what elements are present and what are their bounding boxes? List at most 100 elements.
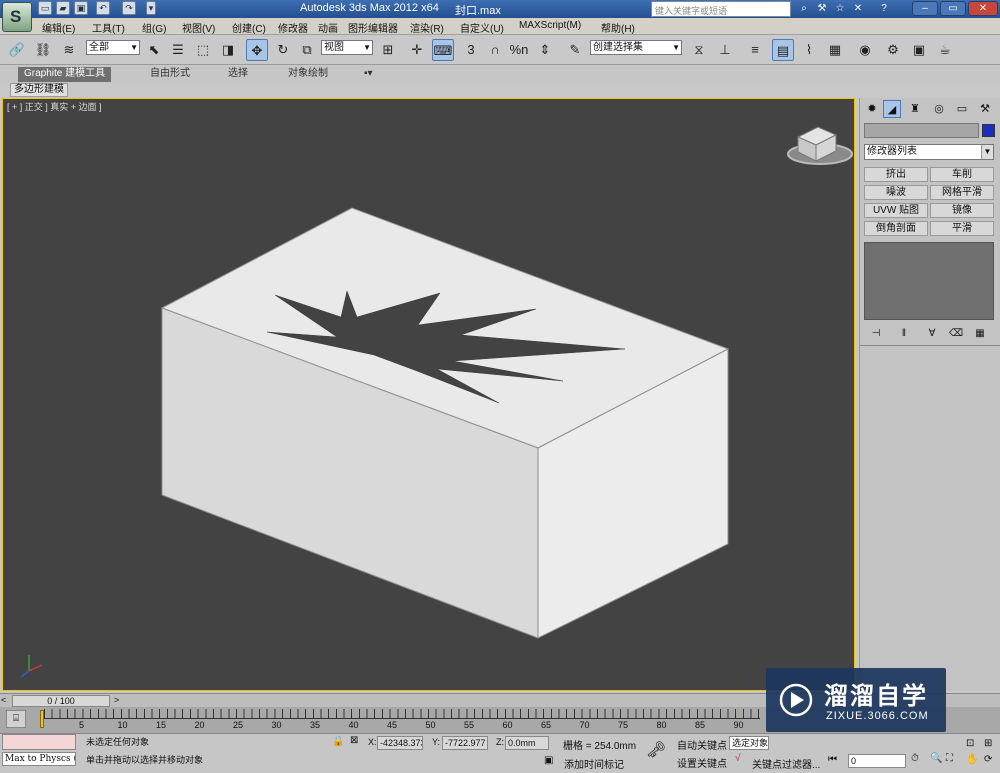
- make-unique-icon[interactable]: ∀: [924, 327, 940, 341]
- keyboard-shortcut-toggle-icon[interactable]: ⌨: [432, 39, 454, 61]
- object-color-swatch[interactable]: [982, 124, 995, 137]
- menu-item[interactable]: 动画: [318, 20, 338, 35]
- menu-item[interactable]: 视图(V): [182, 20, 215, 35]
- modifier-button[interactable]: UVW 贴图: [864, 203, 928, 218]
- add-time-tag[interactable]: 添加时间标记: [564, 756, 624, 771]
- viewcube[interactable]: [787, 126, 853, 165]
- rectangular-selection-icon[interactable]: ⬚: [192, 39, 214, 61]
- hierarchy-tab-icon[interactable]: ♜: [906, 100, 924, 118]
- ribbon-options-icon[interactable]: ▪▾: [358, 67, 379, 82]
- zoom-extents-icon[interactable]: ⊡: [966, 738, 974, 749]
- zoom-all-icon[interactable]: ⛶: [946, 753, 953, 764]
- undo-icon[interactable]: ↶: [96, 1, 110, 15]
- select-by-name-icon[interactable]: ☰: [167, 39, 189, 61]
- render-production-icon[interactable]: ☕: [934, 39, 956, 61]
- edit-named-selection-icon[interactable]: ✎: [564, 39, 586, 61]
- graphite-toggle-icon[interactable]: ▤: [772, 39, 794, 61]
- modifier-button[interactable]: 噪波: [864, 185, 928, 200]
- select-rotate-icon[interactable]: ↻: [272, 39, 294, 61]
- maxscript-listener-field[interactable]: Max to Physcs (: [2, 752, 76, 766]
- angle-snap-icon[interactable]: ∩: [484, 39, 506, 61]
- pivot-center-icon[interactable]: ⊞: [377, 39, 399, 61]
- app-logo[interactable]: S: [2, 2, 32, 32]
- align-icon[interactable]: ⊥: [714, 39, 736, 61]
- bind-spacewarp-icon[interactable]: ≋: [58, 39, 80, 61]
- absolute-mode-icon[interactable]: ⊠: [350, 735, 358, 746]
- rendered-frame-window-icon[interactable]: ▣: [908, 39, 930, 61]
- subscription-icon[interactable]: ⚒: [814, 1, 830, 16]
- current-frame-field[interactable]: 0: [848, 754, 906, 768]
- object-name-field[interactable]: [864, 123, 979, 138]
- menu-item[interactable]: 修改器: [278, 20, 308, 35]
- maximize-button[interactable]: ▭: [940, 1, 966, 16]
- percent-snap-icon[interactable]: %n: [508, 39, 530, 61]
- selected-dropdown[interactable]: 选定对象: [729, 736, 769, 750]
- ribbon-tab[interactable]: 对象绘制: [282, 67, 334, 82]
- modifier-list-dropdown[interactable]: 修改器列表 ▼: [864, 144, 994, 160]
- select-object-icon[interactable]: ⬉: [143, 39, 165, 61]
- menu-item[interactable]: 图形编辑器: [348, 20, 398, 35]
- prev-frame-icon[interactable]: <: [1, 695, 6, 705]
- close-button[interactable]: ✕: [968, 1, 998, 16]
- binoculars-icon[interactable]: ⌕: [796, 1, 812, 16]
- ribbon-tab[interactable]: Graphite 建模工具: [18, 67, 112, 82]
- x-coordinate-field[interactable]: -42348.373: [377, 736, 423, 750]
- curve-editor-icon[interactable]: ⌇: [798, 39, 820, 61]
- polygon-modeling-tab[interactable]: 多边形建模: [10, 83, 68, 97]
- select-move-icon[interactable]: ✥: [246, 39, 268, 61]
- configure-modifier-sets-icon[interactable]: ▦: [972, 327, 988, 341]
- snap-toggle-icon[interactable]: 3: [460, 39, 482, 61]
- modifier-button[interactable]: 车削: [930, 167, 994, 182]
- set-key-icon[interactable]: √: [735, 753, 741, 764]
- reference-coordinate-dropdown[interactable]: 视图 ▼: [321, 40, 373, 55]
- modifier-button[interactable]: 挤出: [864, 167, 928, 182]
- material-editor-icon[interactable]: ◉: [854, 39, 876, 61]
- lock-selection-icon[interactable]: 🔒: [332, 736, 344, 747]
- mirror-icon[interactable]: ⧖: [688, 39, 710, 61]
- orbit-icon[interactable]: ⟳: [984, 754, 992, 765]
- pan-icon[interactable]: ✋: [966, 754, 978, 765]
- save-file-icon[interactable]: ▣: [74, 1, 88, 15]
- next-frame-icon[interactable]: >: [114, 695, 119, 705]
- set-key-button[interactable]: 设置关键点: [677, 755, 727, 770]
- modifier-button[interactable]: 网格平滑: [930, 185, 994, 200]
- selection-filter-dropdown[interactable]: 全部 ▼: [86, 40, 140, 55]
- window-crossing-icon[interactable]: ◨: [217, 39, 239, 61]
- remove-modifier-icon[interactable]: ⌫: [948, 327, 964, 341]
- add-time-tag-icon[interactable]: ▣: [544, 755, 553, 766]
- search-input[interactable]: 键入关键字或短语: [651, 1, 791, 17]
- maxscript-output[interactable]: [2, 734, 76, 750]
- modify-tab-icon[interactable]: ◢: [883, 100, 901, 118]
- layer-manager-icon[interactable]: ≡: [744, 39, 766, 61]
- spinner-snap-icon[interactable]: ⇕: [534, 39, 556, 61]
- menu-item[interactable]: 渲染(R): [410, 20, 444, 35]
- modifier-button[interactable]: 镜像: [930, 203, 994, 218]
- key-icon[interactable]: 🗝: [646, 740, 666, 760]
- select-manipulate-icon[interactable]: ✛: [406, 39, 428, 61]
- display-tab-icon[interactable]: ▭: [953, 100, 971, 118]
- y-coordinate-field[interactable]: -7722.977: [442, 736, 488, 750]
- select-scale-icon[interactable]: ⧉: [296, 39, 318, 61]
- menu-item[interactable]: 帮助(H): [601, 20, 635, 35]
- zoom-extents-all-icon[interactable]: ⊞: [984, 738, 992, 749]
- modifier-button[interactable]: 倒角剖面: [864, 221, 928, 236]
- open-file-icon[interactable]: ▰: [56, 1, 70, 15]
- minimize-button[interactable]: –: [912, 1, 938, 16]
- modifier-stack[interactable]: [864, 242, 994, 320]
- link-icon[interactable]: 🔗: [6, 39, 28, 61]
- ribbon-tab[interactable]: 选择: [222, 67, 254, 82]
- close-help-icon[interactable]: ✕: [850, 1, 866, 16]
- redo-icon[interactable]: ↷: [122, 1, 136, 15]
- render-setup-icon[interactable]: ⚙: [882, 39, 904, 61]
- motion-tab-icon[interactable]: ◎: [930, 100, 948, 118]
- ribbon-tab[interactable]: 自由形式: [144, 67, 196, 82]
- new-file-icon[interactable]: ▭: [38, 1, 52, 15]
- utilities-tab-icon[interactable]: ⚒: [976, 100, 994, 118]
- menu-item[interactable]: 创建(C): [232, 20, 266, 35]
- menu-item[interactable]: 自定义(U): [460, 20, 504, 35]
- menu-item[interactable]: 工具(T): [92, 20, 125, 35]
- time-config-icon[interactable]: ⏱: [911, 753, 919, 764]
- auto-key-button[interactable]: 自动关键点: [677, 737, 727, 752]
- viewport[interactable]: [ + ] 正交 ] 真实 + 边面 ]: [2, 98, 855, 691]
- menu-item[interactable]: 组(G): [142, 20, 166, 35]
